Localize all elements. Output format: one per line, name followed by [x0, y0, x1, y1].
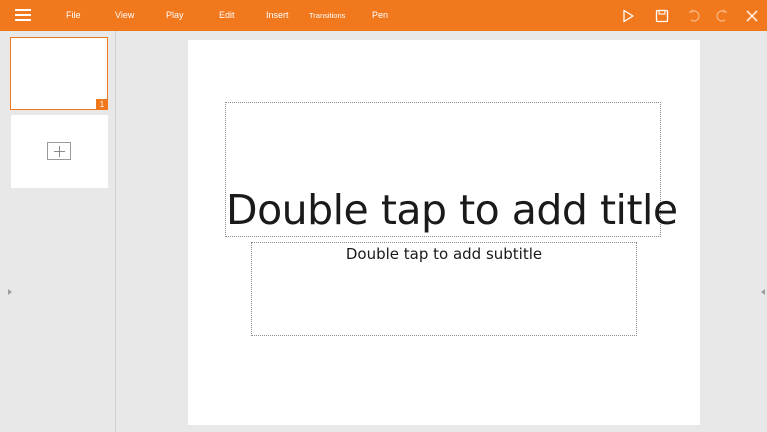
slide-number-badge: 1: [96, 99, 108, 110]
add-slide-button[interactable]: [11, 115, 108, 188]
toolbar: File View Play Edit Insert Transitions P…: [0, 0, 767, 31]
slide-canvas: Double tap to add title Double tap to ad…: [188, 40, 700, 425]
subtitle-placeholder-text: Double tap to add subtitle: [345, 245, 543, 263]
menu-pen[interactable]: Pen: [372, 0, 388, 31]
menu-view[interactable]: View: [115, 0, 134, 31]
undo-icon[interactable]: [686, 8, 702, 24]
menu-edit[interactable]: Edit: [219, 0, 235, 31]
close-icon[interactable]: [744, 8, 760, 24]
title-placeholder-text: Double tap to add title: [226, 186, 678, 234]
expand-sidebar-arrow-icon[interactable]: [8, 289, 12, 295]
title-placeholder[interactable]: Double tap to add title: [225, 102, 678, 237]
slide-thumbnail[interactable]: 1: [10, 37, 108, 110]
plus-icon: [47, 142, 71, 160]
expand-right-panel-arrow-icon[interactable]: [761, 289, 765, 295]
redo-icon[interactable]: [714, 8, 730, 24]
subtitle-placeholder[interactable]: Double tap to add subtitle: [251, 242, 637, 336]
menu-transitions[interactable]: Transitions: [309, 0, 345, 31]
hamburger-menu-icon[interactable]: [15, 9, 31, 21]
menu-insert[interactable]: Insert: [266, 0, 289, 31]
menu-file[interactable]: File: [66, 0, 81, 31]
save-icon[interactable]: [654, 8, 670, 24]
slide-sidebar: 1: [0, 31, 116, 432]
play-icon[interactable]: [620, 8, 636, 24]
menu-play[interactable]: Play: [166, 0, 184, 31]
